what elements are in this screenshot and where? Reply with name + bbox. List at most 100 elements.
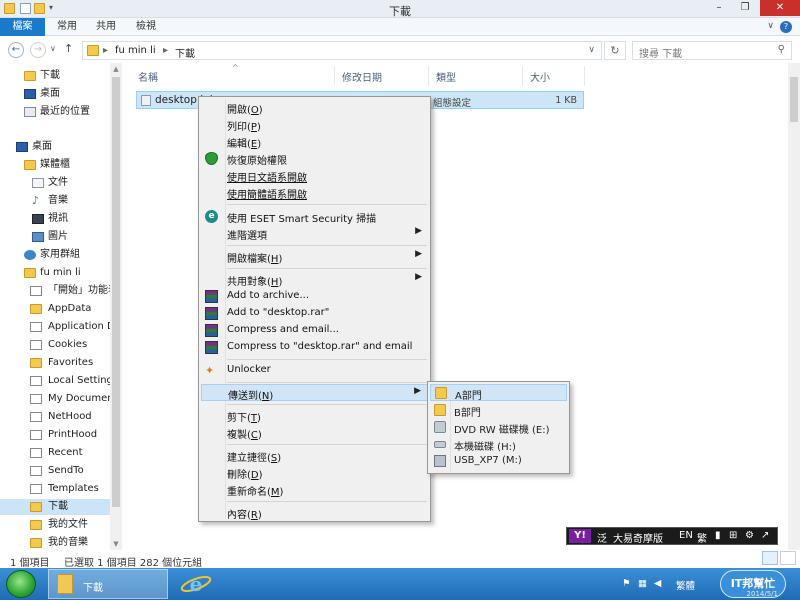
send-to-usb[interactable]: USB_XP7 (M:)	[430, 453, 567, 470]
menu-item-open-simplified[interactable]: 使用簡體語系開啟	[201, 184, 428, 201]
breadcrumb-user[interactable]: fu min li	[115, 45, 156, 56]
nav-scroll-thumb[interactable]	[112, 77, 120, 507]
menu-item-compress-email[interactable]: Compress and email...	[201, 322, 428, 339]
details-view-icon[interactable]	[762, 551, 778, 565]
nav-item-downloads[interactable]: 下載	[0, 68, 122, 84]
forward-button[interactable]: →	[30, 42, 46, 58]
nav-item-desktop[interactable]: 桌面	[0, 86, 122, 102]
address-field[interactable]: ▸ fu min li ▸ 下載 ∨	[82, 41, 602, 60]
column-type[interactable]: 類型	[436, 69, 456, 84]
menu-item-properties[interactable]: 內容(R)	[201, 504, 428, 521]
ime-halfwidth-icon[interactable]: ▮	[715, 530, 721, 541]
menu-item-add-to-archive[interactable]: Add to archive...	[201, 288, 428, 305]
nav-item-videos[interactable]: 視訊	[0, 211, 122, 227]
send-to-dvd-drive[interactable]: DVD RW 磁碟機 (E:)	[430, 419, 567, 436]
file-list-scroll-thumb[interactable]	[790, 77, 798, 122]
file-list-scrollbar[interactable]	[788, 63, 800, 550]
close-button[interactable]: ✕	[760, 0, 800, 16]
taskbar-explorer-button[interactable]: 下載	[48, 569, 168, 599]
yahoo-logo-icon[interactable]: Y!	[569, 529, 591, 543]
nav-item-application-data[interactable]: Application D	[0, 319, 122, 335]
tray-network-icon[interactable]: ▦	[638, 578, 647, 589]
menu-item-compress-rar-email[interactable]: Compress to "desktop.rar" and email	[201, 339, 428, 356]
nav-item-documents[interactable]: 文件	[0, 175, 122, 191]
nav-item-my-music[interactable]: 我的音樂	[0, 535, 122, 550]
recent-locations-icon[interactable]: ∨	[50, 44, 56, 53]
nav-item-my-documents[interactable]: My Document	[0, 391, 122, 407]
maximize-button[interactable]: ❐	[732, 0, 758, 16]
nav-item-user[interactable]: fu min li	[0, 265, 122, 281]
menu-item-share-with[interactable]: 共用對象(H) ▶	[201, 271, 428, 288]
nav-item-pictures[interactable]: 圖片	[0, 229, 122, 245]
menu-item-unlocker[interactable]: ✦ Unlocker	[201, 362, 428, 379]
menu-item-open-with[interactable]: 開啟檔案(H) ▶	[201, 248, 428, 265]
internet-explorer-icon[interactable]: e	[178, 570, 214, 598]
send-to-b-department[interactable]: B部門	[430, 402, 567, 419]
menu-item-delete[interactable]: 刪除(D)	[201, 464, 428, 481]
column-date-modified[interactable]: 修改日期	[342, 69, 382, 84]
nav-item-music[interactable]: ♪ 音樂	[0, 193, 122, 209]
menu-item-copy[interactable]: 複製(C)	[201, 424, 428, 441]
menu-item-edit[interactable]: 編輯(E)	[201, 133, 428, 150]
ime-toolbar[interactable]: Y! 泛 大易奇摩版 EN 繁 ▮ ⊞ ⚙ ↗	[566, 527, 778, 545]
nav-item-printhood[interactable]: PrintHood	[0, 427, 122, 443]
menu-item-send-to[interactable]: 傳送到(N) ▶	[201, 384, 428, 402]
nav-item-desktop-root[interactable]: 桌面	[0, 139, 122, 155]
nav-scrollbar[interactable]: ▲ ▼	[110, 63, 122, 550]
large-icons-view-icon[interactable]	[780, 551, 796, 565]
menu-item-restore-permissions[interactable]: 恢復原始權限	[201, 150, 428, 167]
tray-language[interactable]: 繁體	[676, 578, 695, 592]
menu-item-cut[interactable]: 剪下(T)	[201, 407, 428, 424]
ime-punctuation-icon[interactable]: ⊞	[729, 530, 737, 541]
refresh-button[interactable]: ↻	[604, 41, 626, 60]
tab-view[interactable]: 檢視	[126, 18, 166, 36]
nav-item-start-menu[interactable]: 「開始」功能表	[0, 283, 122, 299]
nav-item-nethood[interactable]: NetHood	[0, 409, 122, 425]
menu-item-rename[interactable]: 重新命名(M)	[201, 481, 428, 498]
nav-item-sendto[interactable]: SendTo	[0, 463, 122, 479]
nav-item-homegroup[interactable]: 家用群組	[0, 247, 122, 263]
minimize-button[interactable]: –	[706, 0, 732, 16]
nav-item-my-documents-zh[interactable]: 我的文件	[0, 517, 122, 533]
ime-keyboard-icon[interactable]: ⚙	[745, 530, 754, 541]
ime-language[interactable]: EN	[679, 530, 693, 541]
column-divider[interactable]	[522, 66, 523, 86]
back-button[interactable]: ←	[8, 42, 24, 58]
column-divider[interactable]	[334, 66, 335, 86]
nav-item-favorites[interactable]: Favorites	[0, 355, 122, 371]
nav-item-appdata[interactable]: AppData	[0, 301, 122, 317]
menu-item-create-shortcut[interactable]: 建立捷徑(S)	[201, 447, 428, 464]
send-to-a-department[interactable]: A部門	[430, 384, 567, 402]
column-name[interactable]: 名稱	[138, 69, 158, 84]
ime-mode[interactable]: 泛	[597, 530, 607, 545]
ime-tools-icon[interactable]: ↗	[761, 530, 769, 541]
column-divider[interactable]	[584, 66, 585, 86]
help-icon[interactable]: ?	[780, 21, 792, 33]
ime-script[interactable]: 繁	[697, 530, 707, 545]
nav-item-templates[interactable]: Templates	[0, 481, 122, 497]
column-size[interactable]: 大小	[530, 69, 550, 84]
tray-flag-icon[interactable]: ⚑	[622, 578, 631, 589]
tab-file[interactable]: 檔案	[0, 18, 45, 36]
search-input[interactable]: 搜尋 下載 ⚲	[632, 41, 792, 60]
menu-item-print[interactable]: 列印(P)	[201, 116, 428, 133]
nav-item-recent-places[interactable]: 最近的位置	[0, 104, 122, 120]
expand-ribbon-icon[interactable]: ∨	[767, 21, 774, 31]
address-dropdown-icon[interactable]: ∨	[588, 45, 595, 55]
column-divider[interactable]	[428, 66, 429, 86]
menu-item-open[interactable]: 開啟(O)	[201, 99, 428, 116]
send-to-local-disk[interactable]: 本機磁碟 (H:)	[430, 436, 567, 453]
tray-volume-icon[interactable]: ◀	[654, 578, 661, 589]
nav-item-local-settings[interactable]: Local Settings	[0, 373, 122, 389]
breadcrumb-downloads[interactable]: 下載	[175, 45, 195, 60]
nav-item-recent[interactable]: Recent	[0, 445, 122, 461]
menu-item-add-to-rar[interactable]: Add to "desktop.rar"	[201, 305, 428, 322]
tab-home[interactable]: 常用	[47, 18, 87, 36]
tab-share[interactable]: 共用	[86, 18, 126, 36]
scroll-down-icon[interactable]: ▼	[110, 540, 122, 548]
scroll-up-icon[interactable]: ▲	[110, 65, 122, 73]
menu-item-open-japanese[interactable]: 使用日文語系開啟	[201, 167, 428, 184]
up-button[interactable]: ↑	[64, 42, 73, 55]
start-button[interactable]	[6, 570, 36, 598]
nav-item-cookies[interactable]: Cookies	[0, 337, 122, 353]
